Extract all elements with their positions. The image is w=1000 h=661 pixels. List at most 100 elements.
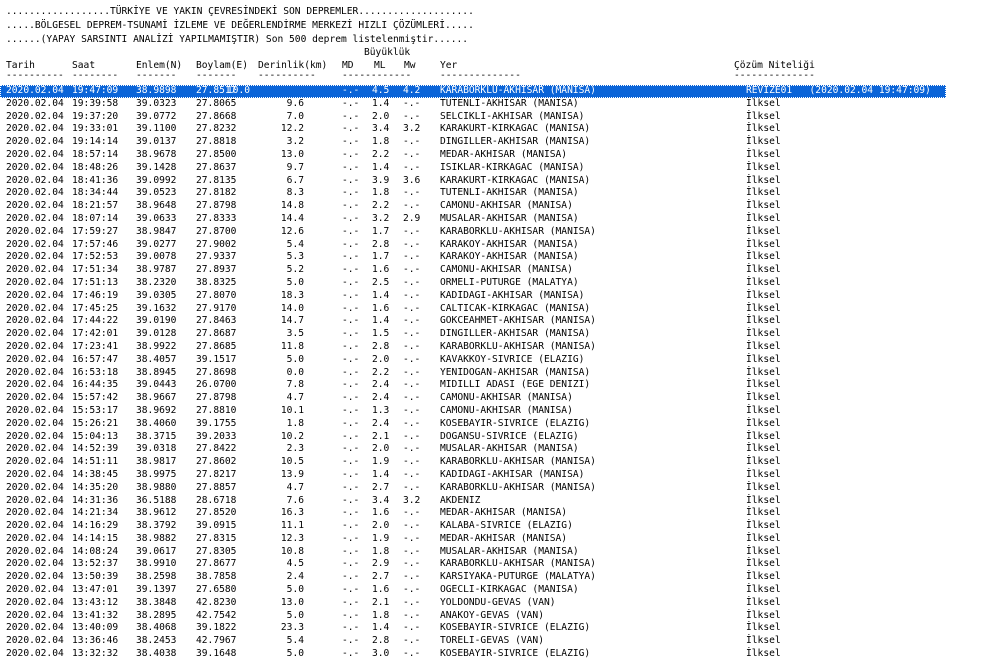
cell-latitude: 38.9882: [136, 532, 177, 544]
table-row[interactable]: 2020.02.04 17:45:25 39.1632 27.9170 14.0 -.- 1…: [0, 303, 1000, 316]
table-row[interactable]: 2020.02.04 16:57:47 38.4057 39.1517 5.0 -.- 2.…: [0, 354, 1000, 367]
cell-mw: -.-: [403, 584, 421, 596]
cell-md: -.-: [342, 225, 360, 237]
table-row[interactable]: 2020.02.04 19:37:20 39.0772 27.8668 7.0 -.- 2.…: [0, 111, 1000, 124]
cell-depth: 5.0: [286, 609, 304, 621]
table-row[interactable]: 2020.02.04 15:04:13 38.3715 39.2033 10.2 -.- 2…: [0, 431, 1000, 444]
table-row[interactable]: 2020.02.04 18:07:14 39.0633 27.8333 14.4 -.- 3…: [0, 213, 1000, 226]
cell-solution: İlksel: [746, 340, 781, 352]
cell-mw: -.-: [403, 622, 421, 634]
cell-depth: 7.6: [286, 494, 304, 506]
cell-latitude: 39.0078: [136, 251, 177, 263]
table-row[interactable]: 2020.02.04 14:51:11 38.9817 27.8602 10.5 -.- 1…: [0, 456, 1000, 469]
table-row[interactable]: 2020.02.04 17:42:01 39.0128 27.8687 3.5 -.- 1.…: [0, 328, 1000, 341]
table-row[interactable]: 2020.02.04 15:26:21 38.4060 39.1755 1.8 -.- 2.…: [0, 418, 1000, 431]
table-row[interactable]: 2020.02.04 13:32:32 38.4038 39.1648 5.0 -.- 3.…: [0, 648, 1000, 661]
cell-mw: -.-: [403, 596, 421, 608]
cell-solution: İlksel: [746, 123, 781, 135]
cell-md: -.-: [342, 379, 360, 391]
cell-time: 17:52:53: [72, 251, 119, 263]
table-row[interactable]: 2020.02.04 14:14:15 38.9882 27.8315 12.3 -.- 1…: [0, 533, 1000, 546]
cell-ml: 1.6: [372, 507, 390, 519]
cell-location: MUSALAR-AKHISAR (MANISA): [440, 545, 579, 557]
table-row[interactable]: 2020.02.04 17:57:46 39.0277 27.9002 5.4 -.- 2.…: [0, 239, 1000, 252]
cell-time: 17:51:13: [72, 276, 119, 288]
table-row[interactable]: 2020.02.04 17:44:22 39.0190 27.8463 14.7 -.- 1…: [0, 315, 1000, 328]
cell-time: 15:53:17: [72, 404, 119, 416]
table-row[interactable]: 2020.02.04 17:52:53 39.0078 27.9337 5.3 -.- 1.…: [0, 251, 1000, 264]
cell-date: 2020.02.04: [6, 366, 64, 378]
cell-depth: 4.7: [286, 481, 304, 493]
table-row[interactable]: 2020.02.04 14:38:45 38.9975 27.8217 13.9 -.- 1…: [0, 469, 1000, 482]
cell-time: 13:50:39: [72, 571, 119, 583]
cell-latitude: 38.2895: [136, 609, 177, 621]
cell-mw: -.-: [403, 302, 421, 314]
cell-time: 18:48:26: [72, 161, 119, 173]
table-row[interactable]: 2020.02.04 13:40:09 38.4068 39.1822 23.3 -.- 1…: [0, 622, 1000, 635]
table-row[interactable]: 2020.02.04 13:52:37 38.9910 27.8677 4.5 -.- 2.…: [0, 558, 1000, 571]
cell-longitude: 27.8810: [196, 404, 237, 416]
table-row[interactable]: 2020.02.04 17:51:34 38.9787 27.8937 5.2 -.- 1.…: [0, 264, 1000, 277]
cell-mw: -.-: [403, 187, 421, 199]
cell-time: 19:14:14: [72, 136, 119, 148]
cell-longitude: 38.8325: [196, 276, 237, 288]
cell-mw: -.-: [403, 97, 421, 109]
table-row[interactable]: 2020.02.04 13:36:46 38.2453 42.7967 5.4 -.- 2.…: [0, 635, 1000, 648]
table-row[interactable]: 2020.02.04 17:51:13 38.2320 38.8325 5.0 -.- 2.…: [0, 277, 1000, 290]
table-row[interactable]: 2020.02.04 14:52:39 39.0318 27.8422 2.3 -.- 2.…: [0, 443, 1000, 456]
table-row[interactable]: 2020.02.04 17:23:41 38.9922 27.8685 11.8 -.- 2…: [0, 341, 1000, 354]
cell-depth: 10.0: [226, 85, 250, 96]
cell-solution: İlksel: [746, 212, 781, 224]
table-row[interactable]: 2020.02.04 13:41:32 38.2895 42.7542 5.0 -.- 1.…: [0, 610, 1000, 623]
cell-time: 18:21:57: [72, 200, 119, 212]
table-row[interactable]: 2020.02.04 13:50:39 38.2598 38.7858 2.4 -.- 2.…: [0, 571, 1000, 584]
table-row[interactable]: 2020.02.04 19:14:14 39.0137 27.8818 3.2 -.- 1.…: [0, 136, 1000, 149]
table-row[interactable]: 2020.02.04 19:33:01 39.1100 27.8232 12.2 -.- 3…: [0, 123, 1000, 136]
table-row-selected[interactable]: 2020.02.04 19:47:09 38.9898 27.8517 10.0 -.- 4…: [0, 85, 946, 98]
cell-date: 2020.02.04: [6, 251, 64, 263]
cell-longitude: 27.8422: [196, 443, 237, 455]
table-row[interactable]: 2020.02.04 14:21:34 38.9612 27.8520 16.3 -.- 1…: [0, 507, 1000, 520]
cell-latitude: 38.9922: [136, 340, 177, 352]
table-row[interactable]: 2020.02.04 15:53:17 38.9692 27.8810 10.1 -.- 1…: [0, 405, 1000, 418]
table-row[interactable]: 2020.02.04 19:39:58 39.0323 27.8065 9.6 -.- 1.…: [0, 98, 1000, 111]
cell-latitude: 38.4060: [136, 417, 177, 429]
cell-md: -.-: [342, 507, 360, 519]
table-row[interactable]: 2020.02.04 15:57:42 38.9667 27.8798 4.7 -.- 2.…: [0, 392, 1000, 405]
table-row[interactable]: 2020.02.04 16:53:18 38.8945 27.8698 0.0 -.- 2.…: [0, 367, 1000, 380]
cell-ml: 2.0: [372, 353, 390, 365]
table-row[interactable]: 2020.02.04 18:41:36 39.0992 27.8135 6.7 -.- 3.…: [0, 175, 1000, 188]
table-row[interactable]: 2020.02.04 18:34:44 39.0523 27.8182 8.3 -.- 1.…: [0, 187, 1000, 200]
table-row[interactable]: 2020.02.04 14:08:24 39.0617 27.8305 10.8 -.- 1…: [0, 546, 1000, 559]
table-row[interactable]: 2020.02.04 18:57:14 38.9678 27.8500 13.0 -.- 2…: [0, 149, 1000, 162]
table-row[interactable]: 2020.02.04 14:35:20 38.9880 27.8857 4.7 -.- 2.…: [0, 482, 1000, 495]
table-row[interactable]: 2020.02.04 13:43:12 38.3848 42.8230 13.0 -.- 2…: [0, 597, 1000, 610]
cell-depth: 18.3: [280, 289, 304, 301]
cell-ml: 2.8: [372, 340, 390, 352]
cell-ml: 2.7: [372, 571, 390, 583]
cell-depth: 5.3: [286, 251, 304, 263]
table-row[interactable]: 2020.02.04 16:44:35 39.0443 26.0700 7.8 -.- 2.…: [0, 379, 1000, 392]
cell-longitude: 27.8857: [196, 481, 237, 493]
table-row[interactable]: 2020.02.04 18:48:26 39.1428 27.8637 9.7 -.- 1.…: [0, 162, 1000, 175]
cell-longitude: 27.8798: [196, 200, 237, 212]
table-row[interactable]: 2020.02.04 17:46:19 39.0305 27.8070 18.3 -.- 1…: [0, 290, 1000, 303]
cell-md: -.-: [342, 635, 360, 647]
table-row[interactable]: 2020.02.04 13:47:01 39.1397 27.6580 5.0 -.- 1.…: [0, 584, 1000, 597]
table-row[interactable]: 2020.02.04 17:59:27 38.9847 27.8700 12.6 -.- 1…: [0, 226, 1000, 239]
cell-depth: 10.5: [280, 456, 304, 468]
table-row[interactable]: 2020.02.04 14:31:36 36.5188 28.6718 7.6 -.- 3.…: [0, 495, 1000, 508]
cell-depth: 23.3: [280, 622, 304, 634]
cell-location: KARABORKLU-AKHISAR (MANISA): [440, 85, 596, 96]
cell-latitude: 38.9612: [136, 507, 177, 519]
cell-mw: -.-: [403, 289, 421, 301]
cell-location: KARSIYAKA-PUTURGE (MALATYA): [440, 571, 596, 583]
cell-time: 17:51:34: [72, 264, 119, 276]
table-row[interactable]: 2020.02.04 18:21:57 38.9648 27.8798 14.8 -.- 2…: [0, 200, 1000, 213]
cell-depth: 13.0: [280, 148, 304, 160]
cell-ml: 2.4: [372, 417, 390, 429]
table-row[interactable]: 2020.02.04 14:16:29 38.3792 39.0915 11.1 -.- 2…: [0, 520, 1000, 533]
cell-latitude: 38.8945: [136, 366, 177, 378]
cell-latitude: 38.4068: [136, 622, 177, 634]
cell-time: 13:32:32: [72, 648, 119, 660]
